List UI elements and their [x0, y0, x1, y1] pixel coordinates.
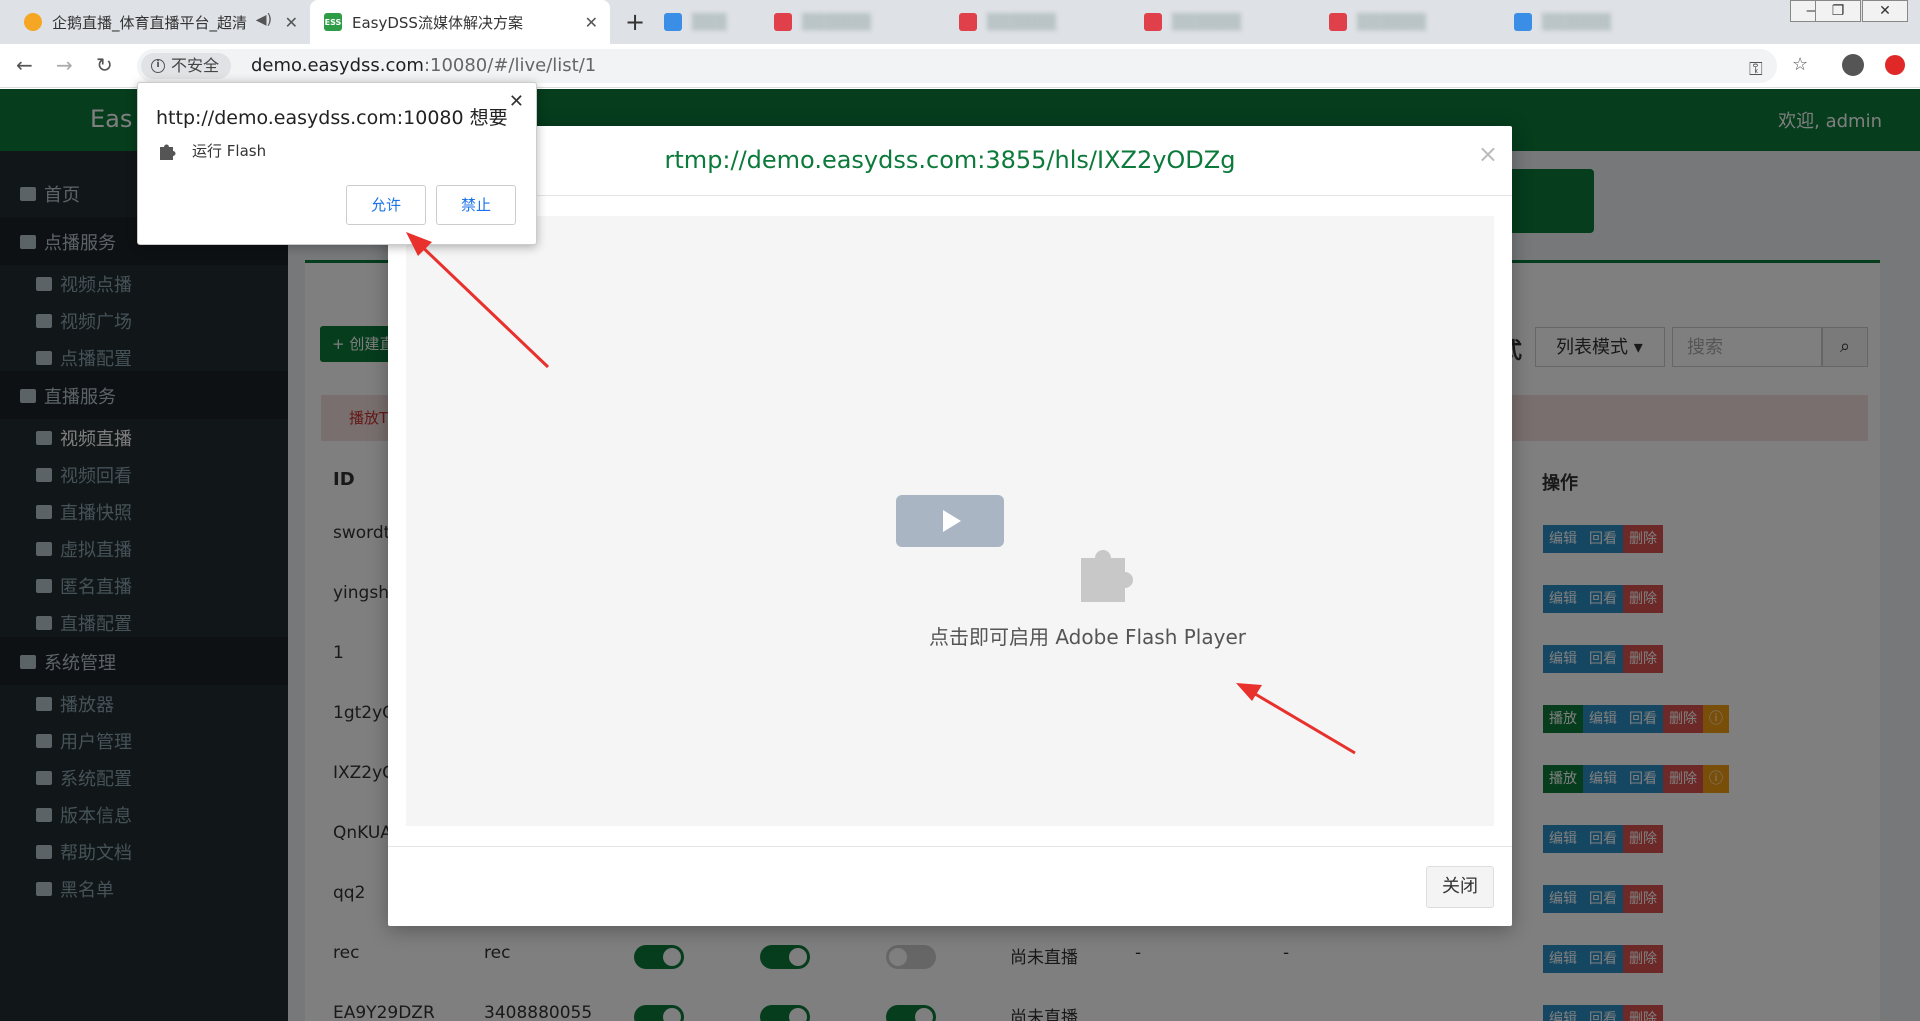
- tab-title: ▒▒▒▒▒▒: [1357, 13, 1427, 31]
- tab-title: ▒▒▒▒▒▒: [1172, 13, 1242, 31]
- back-arrow-icon[interactable]: ←: [16, 53, 33, 77]
- plugin-label: 运行 Flash: [192, 142, 267, 160]
- popup-title: http://demo.easydss.com:10080 想要: [156, 107, 508, 129]
- site-favicon-icon: [1514, 13, 1532, 31]
- modal-title: rtmp://demo.easydss.com:3855/hls/IXZ2yOD…: [664, 146, 1236, 174]
- tab-background[interactable]: ▒▒▒: [650, 0, 750, 44]
- player-modal: rtmp://demo.easydss.com:3855/hls/IXZ2yOD…: [388, 126, 1512, 926]
- new-tab-button[interactable]: +: [625, 8, 645, 36]
- tab-background[interactable]: ▒▒▒▒▒▒: [1315, 0, 1485, 44]
- update-icon[interactable]: [1885, 55, 1905, 75]
- reload-icon[interactable]: ↻: [96, 53, 113, 77]
- browser-tab-strip: 企鹅直播_体育直播平台_超清 ◀) ✕ ESS EasyDSS流媒体解决方案 ✕…: [0, 0, 1920, 44]
- tab-background[interactable]: ▒▒▒▒▒▒: [1500, 0, 1670, 44]
- close-window-button[interactable]: ✕: [1862, 0, 1908, 22]
- tab-title: ▒▒▒▒▒▒: [802, 13, 872, 31]
- tab-background[interactable]: ▒▒▒▒▒▒: [945, 0, 1115, 44]
- play-icon[interactable]: [896, 495, 1004, 547]
- bookmark-star-icon[interactable]: ☆: [1792, 54, 1808, 75]
- tab-title: ▒▒▒: [692, 13, 727, 31]
- tab-close-icon[interactable]: ✕: [585, 13, 598, 32]
- modal-close-icon[interactable]: ×: [1478, 140, 1498, 168]
- key-icon[interactable]: ⚿: [1749, 59, 1763, 80]
- popup-close-icon[interactable]: ✕: [509, 91, 524, 112]
- tab-title: ▒▒▒▒▒▒: [1542, 13, 1612, 31]
- forward-arrow-icon[interactable]: →: [56, 53, 73, 77]
- security-label: 不安全: [171, 56, 220, 75]
- url-text[interactable]: demo.easydss.com:10080/#/live/list/1: [251, 55, 596, 76]
- qie-favicon-icon: [24, 13, 42, 31]
- popup-plugin-row: 运行 Flash: [158, 140, 266, 161]
- tab-title: 企鹅直播_体育直播平台_超清: [52, 13, 248, 32]
- info-icon: i: [151, 59, 165, 73]
- tab-qie-live[interactable]: 企鹅直播_体育直播平台_超清 ◀) ✕: [10, 0, 310, 44]
- security-indicator[interactable]: i 不安全: [141, 53, 232, 79]
- tab-title: EasyDSS流媒体解决方案: [352, 13, 523, 32]
- url-host: demo.easydss.com: [251, 55, 424, 76]
- block-button[interactable]: 禁止: [436, 185, 516, 225]
- tab-background[interactable]: ▒▒▒▒▒▒: [1130, 0, 1300, 44]
- site-favicon-icon: [664, 13, 682, 31]
- profile-avatar-icon[interactable]: [1842, 54, 1864, 76]
- speaker-icon[interactable]: ◀): [256, 12, 272, 28]
- tab-title: ▒▒▒▒▒▒: [987, 13, 1057, 31]
- modal-close-button[interactable]: 关闭: [1426, 866, 1494, 908]
- plugin-puzzle-icon: [1081, 550, 1133, 602]
- flash-player-area[interactable]: 点击即可启用 Adobe Flash Player: [406, 216, 1494, 826]
- puzzle-icon: [160, 144, 176, 160]
- easydss-favicon-icon: ESS: [324, 13, 342, 31]
- maximize-window-button[interactable]: ❐: [1815, 0, 1861, 22]
- modal-footer: 关闭: [388, 846, 1512, 926]
- tab-background[interactable]: ▒▒▒▒▒▒: [760, 0, 940, 44]
- flash-permission-popup: http://demo.easydss.com:10080 想要 ✕ 运行 Fl…: [137, 82, 537, 245]
- tab-close-icon[interactable]: ✕: [285, 13, 298, 32]
- tab-easydss[interactable]: ESS EasyDSS流媒体解决方案 ✕: [310, 0, 610, 44]
- allow-button[interactable]: 允许: [346, 185, 426, 225]
- url-path: :10080/#/live/list/1: [423, 55, 597, 76]
- site-favicon-icon: [959, 13, 977, 31]
- enable-flash-text[interactable]: 点击即可启用 Adobe Flash Player: [406, 621, 1769, 650]
- site-favicon-icon: [774, 13, 792, 31]
- site-favicon-icon: [1329, 13, 1347, 31]
- address-bar[interactable]: i 不安全 demo.easydss.com:10080/#/live/list…: [137, 49, 1777, 83]
- modal-header: rtmp://demo.easydss.com:3855/hls/IXZ2yOD…: [388, 126, 1512, 196]
- site-favicon-icon: [1144, 13, 1162, 31]
